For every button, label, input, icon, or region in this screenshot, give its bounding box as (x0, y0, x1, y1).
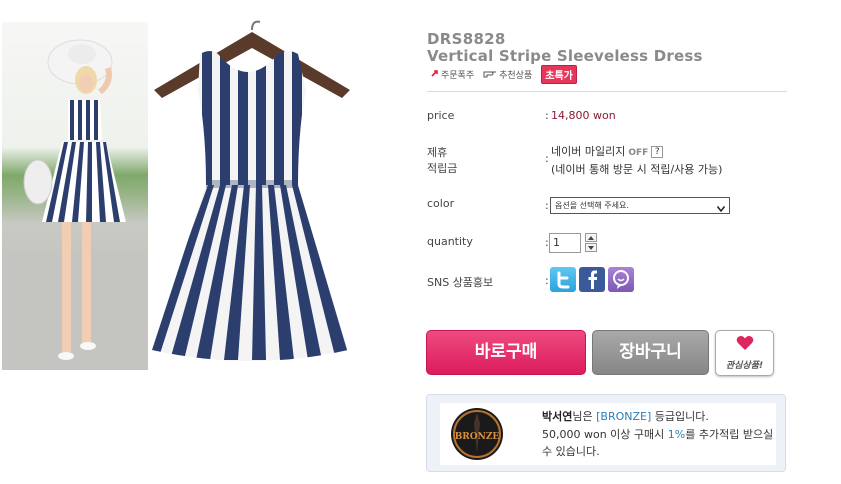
color-label: color (427, 197, 455, 210)
heart-icon (736, 335, 754, 351)
special-price-badge: 초특가 (541, 64, 577, 84)
chevron-down-icon (716, 202, 726, 213)
color-select-value: 옵션을 선택해 주세요. (555, 201, 629, 210)
dress-photo (148, 20, 354, 376)
membership-info-box: BRONZE 박서연님은 [BRONZE] 등급입니다. 50,000 won … (426, 394, 786, 472)
naver-off-tag: OFF (628, 148, 649, 158)
member-name: 박서연 (542, 410, 573, 423)
color-select[interactable]: 옵션을 선택해 주세요. (550, 197, 730, 214)
facebook-icon (588, 270, 597, 289)
recommended-badge: 추천상품 (499, 70, 533, 81)
naver-note: (네이버 통해 방문 시 적립/사용 가능) (551, 163, 723, 176)
model-photo (2, 22, 148, 370)
facebook-share-button[interactable] (579, 267, 605, 292)
naver-mileage-text: 네이버 마일리지 (551, 145, 626, 158)
svg-text:BRONZE: BRONZE (455, 432, 500, 442)
wishlist-button[interactable]: 관심상품! (715, 330, 774, 376)
product-code: DRS8828 (427, 30, 506, 48)
quantity-increase-button[interactable] (585, 233, 597, 242)
reward-label-line2: 적립금 (427, 162, 458, 175)
order-rush-badge: 주문폭주 (441, 70, 475, 81)
speech-bubble-icon (613, 270, 629, 289)
twitter-icon (557, 271, 570, 289)
buy-now-button[interactable]: 바로구매 (426, 330, 586, 375)
section-divider (427, 91, 787, 92)
membership-benefit-text: 50,000 won 이상 구매시 1%를 추가적립 받으실 수 있습니다. (542, 428, 774, 458)
naver-help-button[interactable]: ? (651, 146, 664, 158)
color-colon: : (545, 199, 549, 212)
member-reward-rate: 1% (667, 428, 686, 441)
member-grade: [BRONZE] (596, 410, 652, 423)
quantity-input[interactable]: 1 (549, 233, 581, 253)
sns-label: SNS 상품홍보 (427, 276, 494, 289)
price-value: 14,800 won (551, 109, 616, 122)
naver-mileage-row: 네이버 마일리지 OFF? (551, 143, 664, 159)
quantity-decrease-button[interactable] (585, 243, 597, 252)
quantity-label: quantity (427, 235, 473, 248)
price-label: price (427, 109, 455, 122)
add-to-cart-button[interactable]: 장바구니 (592, 330, 709, 375)
hot-arrow-icon (431, 69, 439, 80)
twitter-share-button[interactable] (550, 267, 576, 292)
membership-grade-text: 박서연님은 [BRONZE] 등급입니다. (542, 410, 709, 423)
pointing-hand-icon (483, 68, 497, 81)
membership-info-inner: BRONZE 박서연님은 [BRONZE] 등급입니다. 50,000 won … (440, 403, 776, 465)
product-badges: 주문폭주 추천상품 초특가 (431, 64, 577, 84)
product-name: Vertical Stripe Sleeveless Dress (427, 47, 703, 65)
price-colon: : (545, 109, 549, 122)
reward-label-line1: 제휴 (427, 146, 448, 159)
wishlist-label: 관심상품! (725, 361, 764, 371)
bronze-grade-icon: BRONZE (450, 407, 504, 461)
sns-colon: : (545, 274, 549, 287)
reward-colon: : (545, 152, 549, 165)
me2day-share-button[interactable] (608, 267, 634, 292)
